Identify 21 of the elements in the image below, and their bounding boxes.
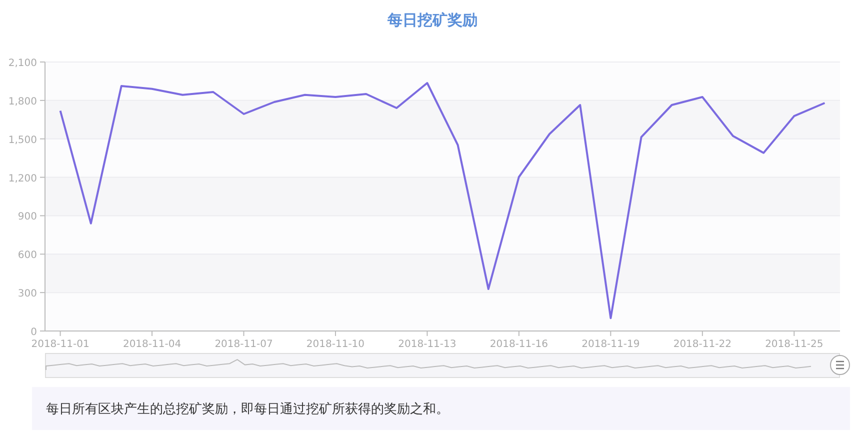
x-axis-label: 2018-11-07 bbox=[214, 339, 273, 350]
x-axis-label: 2018-11-01 bbox=[31, 339, 90, 350]
y-axis-label: 2,100 bbox=[8, 58, 37, 69]
x-axis-label: 2018-11-25 bbox=[765, 339, 824, 350]
y-axis-label: 1,800 bbox=[8, 96, 37, 108]
x-axis-label: 2018-11-04 bbox=[122, 339, 182, 350]
x-axis-label: 2018-11-10 bbox=[306, 339, 365, 350]
y-axis-label: 0 bbox=[30, 327, 37, 338]
chart-title: 每日挖矿奖励 bbox=[388, 10, 478, 30]
description-text: 每日所有区块产生的总挖矿奖励，即每日通过挖矿所获得的奖励之和。 bbox=[46, 400, 449, 418]
x-axis-label: 2018-11-13 bbox=[398, 339, 456, 350]
y-axis-label: 1,500 bbox=[8, 134, 37, 146]
x-axis-label: 2018-11-22 bbox=[673, 339, 732, 350]
y-axis-label: 600 bbox=[18, 250, 37, 262]
x-axis-label: 2018-11-16 bbox=[490, 339, 548, 350]
x-axis-label: 2018-11-19 bbox=[582, 339, 640, 350]
y-axis-label: 1,200 bbox=[8, 173, 37, 184]
slider-handle[interactable] bbox=[830, 355, 850, 375]
y-axis-label: 900 bbox=[18, 212, 37, 223]
y-axis-label: 300 bbox=[18, 288, 37, 300]
menu-icon bbox=[835, 360, 845, 370]
